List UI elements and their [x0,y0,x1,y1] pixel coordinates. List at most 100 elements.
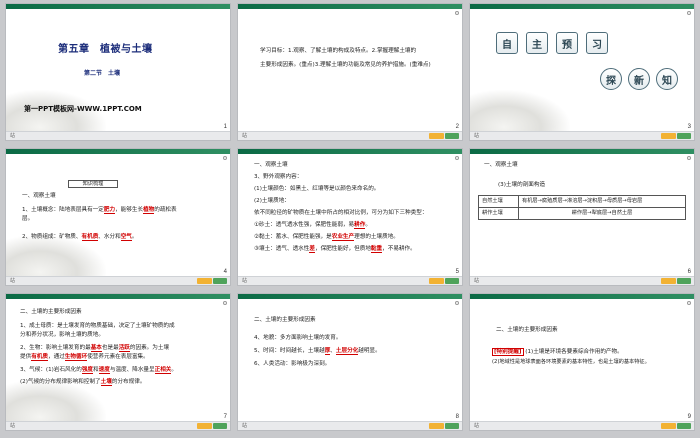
slide-number: 7 [223,414,227,420]
composition-line: 2、物质组成：矿物质、有机质、水分和空气。 [22,234,138,241]
corner-dot-icon [223,156,227,160]
section-heading: 二、土壤的主要形成因素 [496,327,558,333]
nav-buttons[interactable] [429,133,459,139]
slide-top-bar [6,4,230,9]
human-line: 6、人类活动：影响极为深刻。 [254,361,331,367]
goal-line-2: 主要形成因素。(重点)3.理解土壤的功能及常见的养护措施。(重难点) [260,62,431,68]
slide-thumbnail-9[interactable]: 二、土壤的主要形成因素 [特别提醒] (1)土壤是环境各要素综合作用的产物。 (… [469,293,695,431]
footer-left-label: 站 [10,133,16,139]
nav-buttons[interactable] [661,278,691,284]
parent-material: 1、成土母质：是土壤发育的物质基础，决定了土壤矿物质的成 [20,323,175,329]
slide-footer: 站 [470,131,694,140]
slide-number: 1 [223,124,227,130]
slide-top-bar [470,294,694,299]
badge-xin: 新 [628,68,650,90]
nav-buttons[interactable] [197,278,227,284]
slide-footer: 站 [238,276,462,285]
badge-yu: 预 [556,32,578,54]
table-cell: 自然土壤 [478,195,519,208]
corner-dot-icon [687,11,691,15]
badge-tan: 探 [600,68,622,90]
table-cell: 耕作土壤 [478,207,519,220]
profile-table: 自然土壤 有机层→腐殖质层→淋溶层→淀积层→母质层→母岩层 耕作土壤 耕作层→犁… [478,195,686,220]
slide-top-bar [6,294,230,299]
badge-zhi: 知 [656,68,678,90]
badge-zhu: 主 [526,32,548,54]
slide-number: 6 [687,269,691,275]
corner-dot-icon [455,156,459,160]
footer-left-label: 站 [242,278,248,284]
slide-number: 2 [455,124,459,130]
nav-buttons[interactable] [429,423,459,429]
soil-texture: (2)土壤质地： [254,198,290,204]
footer-left-label: 站 [474,423,480,429]
slide-footer: 站 [6,421,230,430]
slide-top-bar [238,4,462,9]
slide-thumbnail-6[interactable]: 一、观察土壤 (3)土壤的剖面构造 自然土壤 有机层→腐殖质层→淋溶层→淀积层→… [469,148,695,286]
field-observe: 3、野外观察内容： [254,174,303,180]
footer-left-label: 站 [242,133,248,139]
slide-thumbnail-2[interactable]: 学习目标：1.观察、了解土壤的构成及特点。2.掌握理解土壤的 主要形成因素。(重… [237,3,463,141]
concept-line-end: 层。 [22,216,34,222]
slide-thumbnail-1[interactable]: 第五章 植被与土壤 第二节 土壤 第一PPT模板网-WWW.1PPT.COM 1… [5,3,231,141]
section-heading: 一、观察土壤 [22,193,56,199]
time-line: 5、时间：时间越长，土壤越厚、土层分化越明显。 [254,348,381,355]
reminder-tag: [特别提醒] [492,348,524,356]
slide-top-bar [238,294,462,299]
texture-intro: 依不同粒径的矿物质在土壤中所占的相对比例，可分为如下三种类型： [254,210,428,216]
slide-thumbnail-4[interactable]: 知识梳理 一、观察土壤 1、土壤概念：陆地表层具有一定肥力，能够生长植物的疏松表… [5,148,231,286]
slide-footer: 站 [238,131,462,140]
slide-number: 3 [687,124,691,130]
footer-left-label: 站 [242,423,248,429]
soil-color: (1)土壤颜色：如黑土、红壤等是以颜色来命名的。 [254,186,380,192]
section-title: 第二节 土壤 [84,70,121,77]
footer-left-label: 站 [10,423,16,429]
reminder-line-1: [特别提醒] (1)土壤是环境各要素综合作用的产物。 [492,348,623,356]
slide-footer: 站 [470,421,694,430]
footer-left-label: 站 [474,278,480,284]
section-heading: 一、观察土壤 [484,162,518,168]
chapter-title: 第五章 植被与土壤 [58,44,153,55]
slide-thumbnail-7[interactable]: 二、土壤的主要形成因素 1、成土母质：是土壤发育的物质基础，决定了土壤矿物质的成… [5,293,231,431]
brand-text: 第一PPT模板网-WWW.1PPT.COM [24,105,142,113]
slide-footer: 站 [238,421,462,430]
corner-dot-icon [455,301,459,305]
slide-top-bar [470,4,694,9]
slide-thumbnail-3[interactable]: 自 主 预 习 探 新 知 3 站 [469,3,695,141]
slide-thumbnail-5[interactable]: 一、观察土壤 3、野外观察内容： (1)土壤颜色：如黑土、红壤等是以颜色来命名的… [237,148,463,286]
slide-footer: 站 [470,276,694,285]
section-heading: 二、土壤的主要形成因素 [254,317,316,323]
sandy-soil: ①砂土：透气透水性强，保肥性能弱，易耕作。 [254,222,371,229]
biology-line-cont: 提供有机质，通过生物循环使营养元素在表层富集。 [20,354,149,361]
slide-top-bar [470,149,694,154]
nav-buttons[interactable] [197,423,227,429]
slide-top-bar [6,149,230,154]
corner-dot-icon [687,301,691,305]
section-heading: 二、土壤的主要形成因素 [20,309,82,315]
slide-thumbnail-8[interactable]: 二、土壤的主要形成因素 4、地貌：多方面影响土壤的发育。 5、时间：时间越长，土… [237,293,463,431]
slide-number: 5 [455,269,459,275]
profile-subheading: (3)土壤的剖面构造 [498,182,546,188]
slide-number: 8 [455,414,459,420]
goal-line-1: 学习目标：1.观察、了解土壤的构成及特点。2.掌握理解土壤的 [260,48,417,54]
knowledge-box: 知识梳理 [68,180,118,188]
table-row: 耕作土壤 耕作层→犁底层→自然土层 [478,207,686,220]
nav-buttons[interactable] [429,278,459,284]
biology-line: 2、生物：影响土壤发育的最基本也是最活跃的因素。为土壤 [20,345,170,352]
section-heading: 一、观察土壤 [254,162,288,168]
corner-dot-icon [455,11,459,15]
corner-dot-icon [223,301,227,305]
loam-soil: ③壤土：透气、透水性差，保肥性能好，但质地黏重，不易耕作。 [254,246,416,253]
table-cell: 有机层→腐殖质层→淋溶层→淀积层→母质层→母岩层 [518,195,686,208]
slide-number: 4 [223,269,227,275]
parent-material-cont: 分和养分状况，影响土壤的质地。 [20,332,104,338]
landform-line: 4、地貌：多方面影响土壤的发育。 [254,335,342,341]
badge-zi: 自 [496,32,518,54]
corner-dot-icon [687,156,691,160]
table-row: 自然土壤 有机层→腐殖质层→淋溶层→淀积层→母质层→母岩层 [478,195,686,208]
footer-left-label: 站 [474,133,480,139]
clay-soil: ②黏土：蓄水、保肥性能强，是农业生产理想的土壤质地。 [254,234,399,241]
slide-number: 9 [687,414,691,420]
nav-buttons[interactable] [661,133,691,139]
nav-buttons[interactable] [661,423,691,429]
